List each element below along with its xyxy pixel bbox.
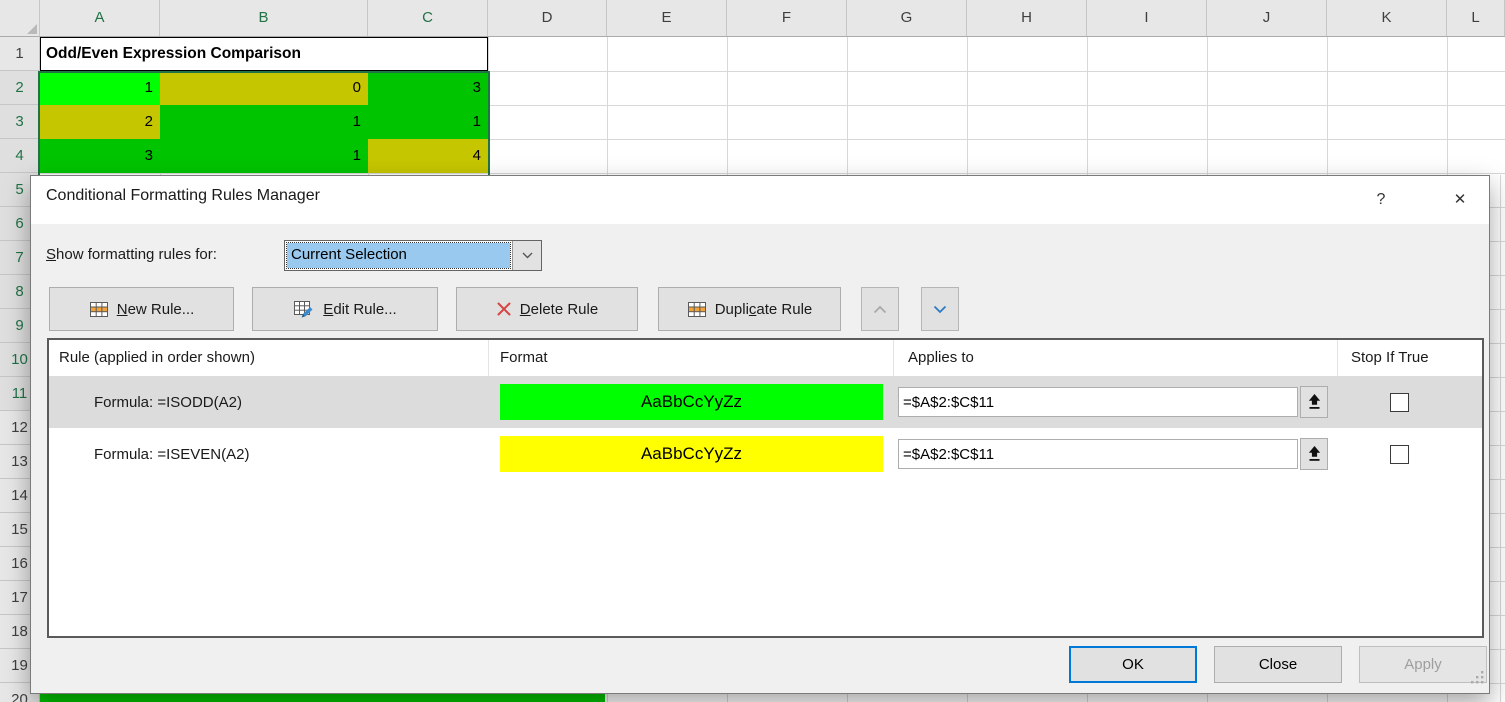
conditional-formatting-rules-manager-dialog: Conditional Formatting Rules Manager ? ✕…	[30, 175, 1490, 694]
stop-if-true-checkbox[interactable]	[1390, 445, 1409, 464]
cell-c2[interactable]: 3	[368, 71, 488, 105]
stop-if-true-cell	[1338, 445, 1482, 464]
column-header-a[interactable]: A	[40, 0, 160, 36]
rule-description: Formula: =ISODD(A2)	[49, 394, 489, 411]
move-rule-down-button[interactable]	[921, 287, 959, 331]
cell-b4[interactable]: 1	[160, 139, 368, 173]
applies-to-input[interactable]	[898, 439, 1298, 469]
format-preview-cell: AaBbCcYyZz	[489, 436, 894, 472]
new-rule-button[interactable]: New Rule...	[49, 287, 234, 331]
column-header-rule: Rule (applied in order shown)	[49, 340, 489, 376]
label-text: how formatting rules for:	[56, 246, 217, 263]
column-header-j[interactable]: J	[1207, 0, 1327, 36]
collapse-dialog-button[interactable]	[1300, 386, 1328, 418]
apply-button[interactable]: Apply	[1359, 646, 1487, 683]
cell-b3[interactable]: 1	[160, 105, 368, 139]
column-header-g[interactable]: G	[847, 0, 967, 36]
collapse-arrow-icon	[1308, 394, 1321, 410]
duplicate-rule-button[interactable]: Duplicate Rule	[658, 287, 841, 331]
row20-formatted-cells	[40, 694, 605, 702]
collapse-arrow-icon	[1308, 446, 1321, 462]
show-formatting-rules-label: Show formatting rules for:	[46, 246, 217, 263]
rules-toolbar: New Rule... Edit Rule... Delete Rule Dup…	[31, 287, 1489, 331]
column-headers: A B C D E F G H I J K L	[40, 0, 1505, 37]
scope-dropdown[interactable]: Current Selection	[284, 240, 542, 271]
format-preview-cell: AaBbCcYyZz	[489, 384, 894, 420]
column-header-format: Format	[489, 340, 894, 376]
help-button[interactable]: ?	[1366, 186, 1396, 214]
column-header-l[interactable]: L	[1447, 0, 1505, 36]
row-header-2[interactable]: 2	[0, 71, 40, 105]
rules-list: Rule (applied in order shown) Format App…	[47, 338, 1484, 638]
chevron-down-icon	[933, 305, 947, 314]
column-header-k[interactable]: K	[1327, 0, 1447, 36]
dialog-footer: OK Close Apply	[31, 646, 1489, 683]
ok-button[interactable]: OK	[1069, 646, 1197, 683]
dialog-titlebar[interactable]: Conditional Formatting Rules Manager ? ✕	[31, 176, 1489, 224]
stop-if-true-cell	[1338, 393, 1482, 412]
rule-row-isodd[interactable]: Formula: =ISODD(A2) AaBbCcYyZz	[49, 376, 1482, 428]
column-header-applies-to: Applies to	[894, 340, 1338, 376]
rules-list-header: Rule (applied in order shown) Format App…	[49, 340, 1482, 376]
rule-row-iseven[interactable]: Formula: =ISEVEN(A2) AaBbCcYyZz	[49, 428, 1482, 480]
column-header-i[interactable]: I	[1087, 0, 1207, 36]
column-header-h[interactable]: H	[967, 0, 1087, 36]
chevron-up-icon	[873, 305, 887, 314]
cell-b2[interactable]: 0	[160, 71, 368, 105]
dialog-title: Conditional Formatting Rules Manager	[46, 187, 320, 205]
rule-description: Formula: =ISEVEN(A2)	[49, 446, 489, 463]
red-x-icon	[496, 301, 512, 317]
row-header-4[interactable]: 4	[0, 139, 40, 173]
gridline	[1500, 175, 1501, 702]
format-preview-green: AaBbCcYyZz	[500, 384, 883, 420]
table-edit-icon	[293, 300, 315, 318]
column-header-e[interactable]: E	[607, 0, 727, 36]
cell-a2[interactable]: 1	[40, 71, 160, 105]
stop-if-true-checkbox[interactable]	[1390, 393, 1409, 412]
row-header-3[interactable]: 3	[0, 105, 40, 139]
row-header-1[interactable]: 1	[0, 37, 40, 71]
select-all-triangle-icon	[27, 24, 37, 34]
gridline	[40, 173, 1505, 174]
format-preview-yellow: AaBbCcYyZz	[500, 436, 883, 472]
table-icon	[687, 301, 707, 318]
column-header-d[interactable]: D	[488, 0, 607, 36]
move-rule-up-button[interactable]	[861, 287, 899, 331]
cell-a3[interactable]: 2	[40, 105, 160, 139]
close-icon[interactable]: ✕	[1445, 186, 1475, 214]
applies-to-cell	[894, 438, 1338, 470]
select-all-button[interactable]	[0, 0, 40, 37]
column-header-b[interactable]: B	[160, 0, 368, 36]
chevron-down-icon[interactable]	[512, 241, 541, 270]
cell-a4[interactable]: 3	[40, 139, 160, 173]
edit-rule-button[interactable]: Edit Rule...	[252, 287, 438, 331]
table-icon	[89, 301, 109, 318]
cell-c4[interactable]: 4	[368, 139, 488, 173]
applies-to-cell	[894, 386, 1338, 418]
delete-rule-button[interactable]: Delete Rule	[456, 287, 638, 331]
column-header-stop-if-true: Stop If True	[1338, 340, 1482, 376]
cell-c3[interactable]: 1	[368, 105, 488, 139]
column-header-c[interactable]: C	[368, 0, 488, 36]
column-header-f[interactable]: F	[727, 0, 847, 36]
collapse-dialog-button[interactable]	[1300, 438, 1328, 470]
excel-window: A B C D E F G H I J K L 1 2 3 4 5 6 7 8 …	[0, 0, 1505, 702]
close-button[interactable]: Close	[1214, 646, 1342, 683]
resize-grip[interactable]	[1471, 671, 1484, 689]
applies-to-input[interactable]	[898, 387, 1298, 417]
scope-dropdown-value: Current Selection	[287, 243, 510, 268]
access-key: S	[46, 246, 56, 263]
cell-a1-title[interactable]: Odd/Even Expression Comparison	[40, 37, 488, 71]
